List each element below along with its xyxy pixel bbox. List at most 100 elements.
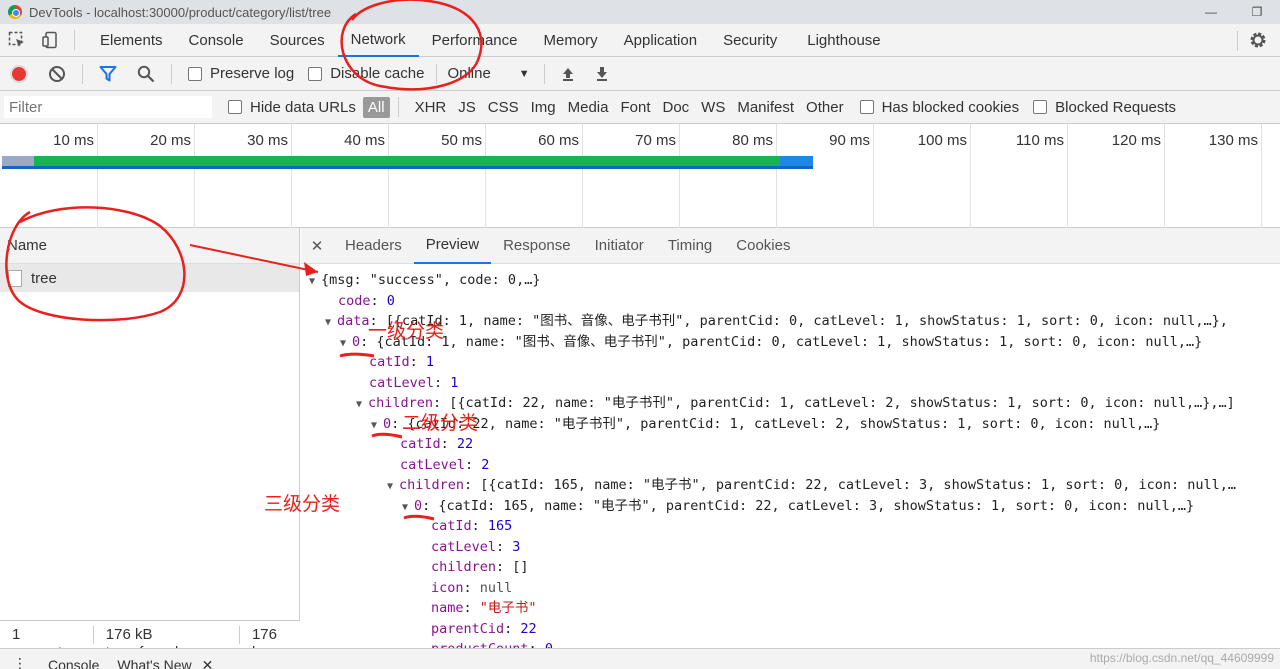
tick-label: 90 ms: [829, 132, 870, 149]
hide-data-urls-checkbox[interactable]: [228, 100, 242, 114]
annotation-level1: 一级分类: [368, 320, 445, 342]
json-value: 1: [425, 354, 435, 370]
search-icon[interactable]: [127, 57, 165, 91]
tab-headers[interactable]: Headers: [333, 228, 414, 264]
json-preview-tree: ▼ {msg: "success", code: 0,…} code: 0 ▼ da…: [301, 264, 1280, 648]
overview-gridline: [873, 124, 874, 228]
filter-js[interactable]: JS: [458, 99, 476, 116]
expand-triangle-icon[interactable]: ▼: [371, 416, 383, 437]
waterfall-total-bar: [2, 166, 813, 169]
tab-cookies[interactable]: Cookies: [724, 228, 802, 264]
tree-node: productCount: 0: [301, 639, 1280, 648]
device-toolbar-icon[interactable]: [34, 24, 68, 57]
disable-cache-checkbox[interactable]: [308, 66, 323, 81]
tree-node[interactable]: ▼ {msg: "success", code: 0,…}: [301, 270, 1280, 291]
expand-triangle-icon[interactable]: ▼: [340, 334, 352, 355]
filter-other[interactable]: Other: [806, 99, 844, 116]
filter-manifest[interactable]: Manifest: [737, 99, 794, 116]
divider: [397, 97, 399, 117]
detail-tabs: ✕ Headers Preview Response Initiator Tim…: [301, 228, 1280, 264]
tab-application[interactable]: Application: [611, 24, 710, 57]
close-icon[interactable]: ✕: [301, 237, 333, 255]
tree-node[interactable]: ▼ children: [{catId: 165, name: "电子书", pa…: [301, 475, 1280, 496]
overview-gridline: [291, 124, 292, 228]
drawer-tab-whats-new[interactable]: What's New: [109, 649, 201, 669]
inspect-element-icon[interactable]: [0, 24, 34, 57]
filter-xhr[interactable]: XHR: [415, 99, 447, 116]
overview-gridline: [1261, 124, 1262, 228]
filter-css[interactable]: CSS: [488, 99, 519, 116]
tab-security[interactable]: Security: [710, 24, 790, 57]
tree-node[interactable]: ▼ 0: {catId: 165, name: "电子书", parentCid:…: [301, 496, 1280, 517]
tick-label: 70 ms: [635, 132, 676, 149]
tab-network[interactable]: Network: [337, 24, 419, 57]
expand-triangle-icon[interactable]: ▼: [309, 272, 321, 293]
tree-node: catId: 1: [369, 354, 435, 370]
json-value: 2: [481, 456, 490, 473]
tab-preview[interactable]: Preview: [413, 228, 492, 264]
export-har-icon[interactable]: [585, 57, 619, 91]
filter-input[interactable]: [4, 96, 212, 118]
blocked-requests-checkbox[interactable]: [1033, 100, 1048, 114]
json-key: icon: [431, 579, 464, 596]
name-column-header[interactable]: Name: [0, 228, 299, 264]
gear-icon[interactable]: [1248, 30, 1268, 50]
tree-node[interactable]: ▼ 0: {catId: 1, name: "图书、音像、电子书刊", paren…: [301, 332, 1280, 353]
annotation-level3: 三级分类: [264, 493, 341, 515]
expand-triangle-icon[interactable]: ▼: [387, 477, 399, 498]
tick-label: 20 ms: [150, 132, 191, 149]
json-value: 0: [386, 292, 395, 309]
filter-icon[interactable]: [89, 57, 127, 91]
tab-elements[interactable]: Elements: [87, 24, 176, 57]
network-overview[interactable]: 10 ms 20 ms 30 ms 40 ms 50 ms 60 ms 70 m…: [0, 124, 1280, 228]
overview-gridline: [679, 124, 680, 228]
request-row[interactable]: tree: [0, 264, 299, 292]
tab-timing[interactable]: Timing: [656, 228, 724, 264]
tab-initiator[interactable]: Initiator: [583, 228, 656, 264]
tick-label: 60 ms: [538, 132, 579, 149]
tab-memory[interactable]: Memory: [531, 24, 611, 57]
preserve-log-checkbox[interactable]: [188, 66, 202, 81]
expand-triangle-icon[interactable]: ▼: [325, 313, 337, 334]
import-har-icon[interactable]: [551, 57, 585, 91]
record-icon[interactable]: [0, 57, 38, 91]
tab-sources[interactable]: Sources: [257, 24, 338, 57]
filter-doc[interactable]: Doc: [662, 99, 689, 116]
filter-all-button[interactable]: All: [362, 96, 390, 118]
json-value: "电子书": [479, 600, 537, 616]
divider: [543, 63, 545, 84]
minimize-icon[interactable]: —: [1188, 0, 1234, 24]
expand-triangle-icon[interactable]: ▼: [402, 498, 414, 519]
filter-font[interactable]: Font: [620, 99, 650, 116]
json-key: children: [399, 477, 465, 493]
has-blocked-cookies-label: Has blocked cookies: [881, 98, 1020, 116]
waterfall-waiting-bar: [34, 156, 780, 166]
tab-lighthouse[interactable]: Lighthouse: [794, 24, 893, 57]
has-blocked-cookies-checkbox[interactable]: [859, 100, 874, 114]
filter-ws[interactable]: WS: [701, 99, 725, 116]
blocked-requests-label: Blocked Requests: [1055, 98, 1177, 116]
window-title: DevTools - localhost:30000/product/categ…: [29, 4, 332, 20]
tree-node: catId: 22: [400, 436, 474, 452]
filter-img[interactable]: Img: [531, 99, 556, 116]
divider: [74, 30, 75, 50]
json-key: name: [431, 600, 464, 616]
watermark: https://blog.csdn.net/qq_44609999: [1089, 651, 1274, 665]
tab-performance[interactable]: Performance: [419, 24, 531, 57]
divider: [436, 63, 438, 84]
tab-response[interactable]: Response: [491, 228, 583, 264]
expand-triangle-icon[interactable]: ▼: [356, 395, 368, 416]
more-vertical-icon[interactable]: ⋮: [0, 649, 40, 669]
request-count: 1 requests: [0, 625, 94, 661]
drawer-tab-console[interactable]: Console: [40, 649, 109, 669]
throttling-select[interactable]: Online ▼: [447, 65, 529, 82]
clear-icon[interactable]: [38, 57, 76, 91]
request-name: tree: [31, 269, 57, 287]
tab-console[interactable]: Console: [176, 24, 257, 57]
resources-size: 176 k: [251, 625, 277, 661]
tree-node[interactable]: ▼ data: [{catId: 1, name: "图书、音像、电子书刊", p…: [301, 311, 1280, 332]
restore-icon[interactable]: ❐: [1234, 0, 1280, 24]
close-icon[interactable]: ✕: [202, 649, 224, 669]
annotation-level2: 二级分类: [402, 412, 479, 434]
filter-media[interactable]: Media: [568, 99, 609, 116]
